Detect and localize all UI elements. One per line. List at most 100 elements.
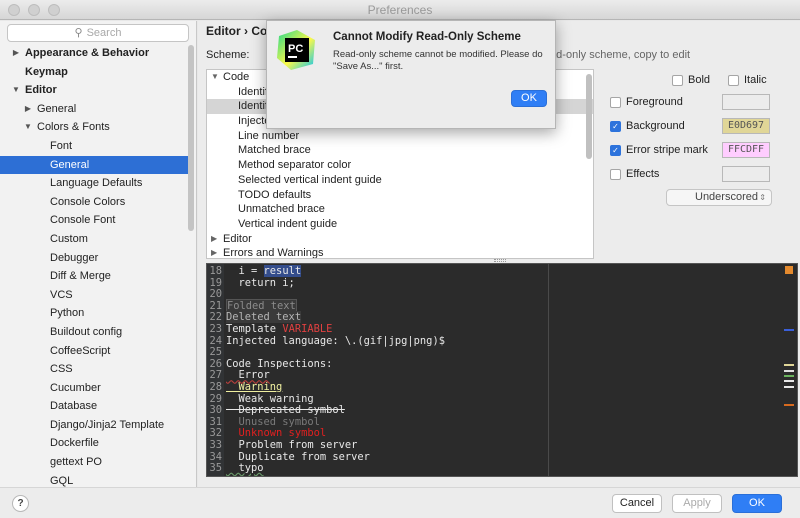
sidebar-item-label: Buildout config [50,325,123,338]
color-tree-label: TODO defaults [238,188,312,201]
sidebar-item-label: gettext PO [50,456,102,469]
italic-checkbox[interactable] [728,75,739,86]
stripe-mark[interactable] [784,375,794,377]
chevron-down-icon[interactable]: ▼ [211,70,219,85]
effect-type-select[interactable]: Underscored ⇕ [666,189,772,206]
sidebar-item[interactable]: ▶ General [0,100,188,119]
foreground-checkbox[interactable] [610,97,621,108]
code-text: Template VARIABLE [226,323,333,335]
color-tree-item[interactable]: Vertical indent guide [207,217,593,232]
error-stripe-color-swatch[interactable]: FFCDFF [722,142,770,158]
stripe-mark[interactable] [784,404,794,406]
background-checkbox[interactable]: ✓ [610,121,621,132]
sidebar-item[interactable]: Console Font [0,211,188,230]
foreground-color-swatch[interactable] [722,94,770,110]
search-input[interactable]: ⚲ Search [7,24,189,42]
sidebar-item-label: General [50,158,90,171]
code-text: typo [226,462,264,475]
stripe-mark[interactable] [784,380,794,382]
sidebar-item[interactable]: VCS [0,286,188,305]
code-text: Duplicate from server [226,450,370,463]
color-tree-item[interactable]: Selected vertical indent guide [207,173,593,188]
settings-sidebar: ⚲ Search ▶ Appearance & Behavior Keymap ▼ Edi… [0,21,197,487]
sidebar-item[interactable]: Custom [0,230,188,249]
color-tree-label: Vertical indent guide [238,217,338,230]
background-color-swatch[interactable]: E0D697 [722,118,770,134]
color-tree-label: Line number [238,129,300,142]
chevron-right-icon[interactable]: ▶ [23,100,33,119]
sidebar-item[interactable]: Language Defaults [0,174,188,193]
identifier-highlight: result [263,265,302,277]
help-button[interactable]: ? [12,495,29,512]
sidebar-item[interactable]: Dockerfile [0,434,188,453]
code-line: 24 Injected language: \.(gif|jpg|png)$ [207,334,445,348]
sidebar-item[interactable]: Python [0,304,188,323]
sidebar-item-label: Console Font [50,214,116,227]
effects-checkbox[interactable] [610,169,621,180]
sidebar-item[interactable]: Database [0,397,188,416]
color-tree-item[interactable]: Unmatched brace [207,202,593,217]
stripe-mark[interactable] [784,364,794,366]
sidebar-item[interactable]: ▼ Colors & Fonts [0,118,188,137]
scheme-label: Scheme: [206,49,250,61]
code-text: Error [226,369,270,382]
sidebar-item-label: Diff & Merge [50,270,111,283]
chevron-right-icon[interactable]: ▶ [11,44,21,63]
sidebar-item-label: VCS [50,288,73,301]
color-tree-item[interactable]: Matched brace [207,143,593,158]
code-text: i = result [226,265,302,277]
chevron-right-icon[interactable]: ▶ [211,246,217,258]
search-placeholder: Search [86,27,122,39]
sidebar-item-label: Console Colors [50,195,126,208]
bold-checkbox[interactable] [672,75,683,86]
sidebar-item[interactable]: Diff & Merge [0,267,188,286]
ok-button[interactable]: OK [732,494,782,513]
color-tree-item[interactable]: TODO defaults [207,188,593,203]
stripe-mark[interactable] [784,329,794,331]
color-tree-item[interactable]: Line number [207,129,593,144]
color-tree-item[interactable]: ▶ Errors and Warnings [207,246,593,258]
chevron-right-icon[interactable]: ▶ [211,232,217,247]
effects-color-swatch[interactable] [722,166,770,182]
stripe-mark[interactable] [784,370,794,372]
sidebar-item[interactable]: Buildout config [0,323,188,342]
error-stripe-bar [783,264,797,476]
title-bar: Preferences [0,0,800,20]
sidebar-item[interactable]: Font [0,137,188,156]
chevron-down-icon[interactable]: ▼ [11,81,21,100]
line-number: 18 [209,265,222,277]
sidebar-item-label: Debugger [50,251,99,264]
color-tree-scrollbar[interactable] [586,74,592,159]
splitter-handle[interactable] [494,259,506,262]
chevron-down-icon[interactable]: ▼ [23,118,33,137]
sidebar-item[interactable]: gettext PO [0,453,188,472]
sidebar-item[interactable]: Debugger [0,249,188,268]
code-text: Code Inspections: [226,357,333,370]
sidebar-item[interactable]: Cucumber [0,379,188,398]
apply-button[interactable]: Apply [672,494,722,513]
sidebar-item-label: Colors & Fonts [37,121,110,134]
dialog-ok-button[interactable]: OK [511,90,547,107]
sidebar-item[interactable]: CSS [0,360,188,379]
stripe-mark[interactable] [784,386,794,388]
error-stripe-checkbox[interactable]: ✓ [610,145,621,156]
code-text: Deprecated symbol [226,404,345,417]
color-tree-item[interactable]: Method separator color [207,158,593,173]
sidebar-item[interactable]: Keymap [0,63,188,82]
logo-text: PC [288,43,303,55]
error-stripe-label: Error stripe mark [626,144,708,156]
line-number: 28 [209,381,222,393]
code-text: Injected language: \.(gif|jpg|png)$ [226,334,445,347]
sidebar-item-label: Appearance & Behavior [25,47,150,59]
sidebar-item[interactable]: Django/Jinja2 Template [0,416,188,435]
dialog-message: Read-only scheme cannot be modified. Ple… [333,49,543,72]
sidebar-scrollbar[interactable] [188,45,194,231]
sidebar-item[interactable]: ▶ Appearance & Behavior [0,44,188,63]
effect-type-value: Underscored [695,191,758,203]
sidebar-item[interactable]: CoffeeScript [0,342,188,361]
cancel-button[interactable]: Cancel [612,494,662,513]
sidebar-item[interactable]: ▼ Editor [0,81,188,100]
sidebar-item[interactable]: Console Colors [0,193,188,212]
color-tree-item[interactable]: ▶ Editor [207,232,593,247]
sidebar-item[interactable]: General [0,155,188,175]
